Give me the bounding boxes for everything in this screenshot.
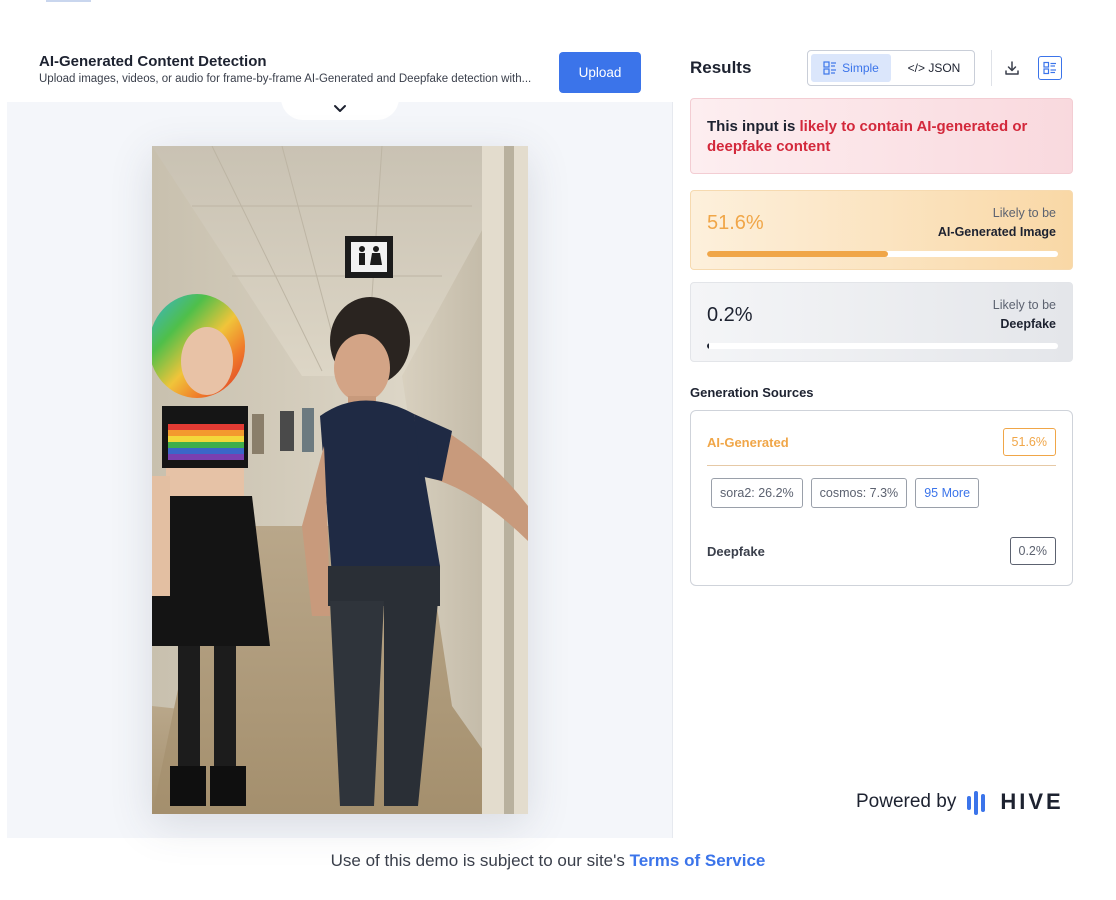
top-tab-stub <box>46 0 91 2</box>
score-label-top: Likely to be <box>992 206 1056 220</box>
hive-wordmark: HIVE <box>1000 789 1064 814</box>
hive-logo-icon <box>967 791 986 815</box>
tab-simple[interactable]: Simple <box>811 54 891 82</box>
download-icon <box>1005 61 1019 75</box>
score-label-bottom: Deepfake <box>1000 317 1056 331</box>
chevron-down-icon <box>334 105 346 112</box>
source-chips: sora2: 26.2% cosmos: 7.3% 95 More <box>711 478 980 508</box>
score-label-top: Likely to be <box>992 298 1056 312</box>
toolbar-divider <box>991 50 992 86</box>
photo-image <box>152 146 528 814</box>
footer-text: Use of this demo is subject to our site'… <box>330 851 630 870</box>
generation-sources-title: Generation Sources <box>690 385 814 400</box>
terms-of-service-link[interactable]: Terms of Service <box>630 851 766 870</box>
upload-panel: AI-Generated Content Detection Upload im… <box>7 38 673 838</box>
score-percent: 51.6% <box>707 212 764 234</box>
powered-by-label: Powered by <box>856 791 957 812</box>
list-view-icon <box>1043 61 1056 75</box>
verdict-banner: This input is likely to contain AI-gener… <box>690 98 1073 174</box>
simple-view-icon <box>823 61 837 75</box>
page-subtitle: Upload images, videos, or audio for fram… <box>39 73 532 85</box>
score-card-deepfake: 0.2% Likely to be Deepfake <box>690 282 1073 362</box>
results-title: Results <box>690 58 752 77</box>
score-card-ai-generated: 51.6% Likely to be AI-Generated Image <box>690 190 1073 270</box>
generation-sources-panel: AI-Generated 51.6% sora2: 26.2% cosmos: … <box>690 410 1073 586</box>
score-progress-track <box>707 251 1058 257</box>
list-view-button[interactable] <box>1038 56 1062 80</box>
score-label-bottom: AI-Generated Image <box>937 225 1056 239</box>
more-sources-button[interactable]: 95 More <box>915 478 980 508</box>
source-chip: cosmos: 7.3% <box>810 478 908 508</box>
tab-simple-label: Simple <box>842 61 879 75</box>
powered-by: Powered by HIVE <box>856 788 1064 816</box>
deepfake-percent-badge: 0.2% <box>1009 537 1056 565</box>
deepfake-label: Deepfake <box>707 544 765 559</box>
score-percent: 0.2% <box>707 304 753 326</box>
upload-button[interactable]: Upload <box>559 52 641 93</box>
ai-generated-label: AI-Generated <box>707 435 789 450</box>
media-preview <box>152 146 528 814</box>
score-progress-track <box>707 343 1058 349</box>
download-button[interactable] <box>1001 57 1023 79</box>
score-progress-fill <box>707 251 889 257</box>
page-title: AI-Generated Content Detection <box>39 53 267 70</box>
view-toggle: Simple </> JSON <box>807 50 975 86</box>
collapse-header-toggle[interactable] <box>281 88 399 120</box>
score-progress-fill <box>707 343 709 349</box>
tab-json[interactable]: </> JSON <box>896 54 972 82</box>
source-chip: sora2: 26.2% <box>711 478 803 508</box>
footer: Use of this demo is subject to our site'… <box>0 851 1096 871</box>
section-divider <box>707 465 1056 466</box>
verdict-prefix: This input is <box>707 118 800 135</box>
ai-generated-percent-badge: 51.6% <box>1002 428 1056 456</box>
